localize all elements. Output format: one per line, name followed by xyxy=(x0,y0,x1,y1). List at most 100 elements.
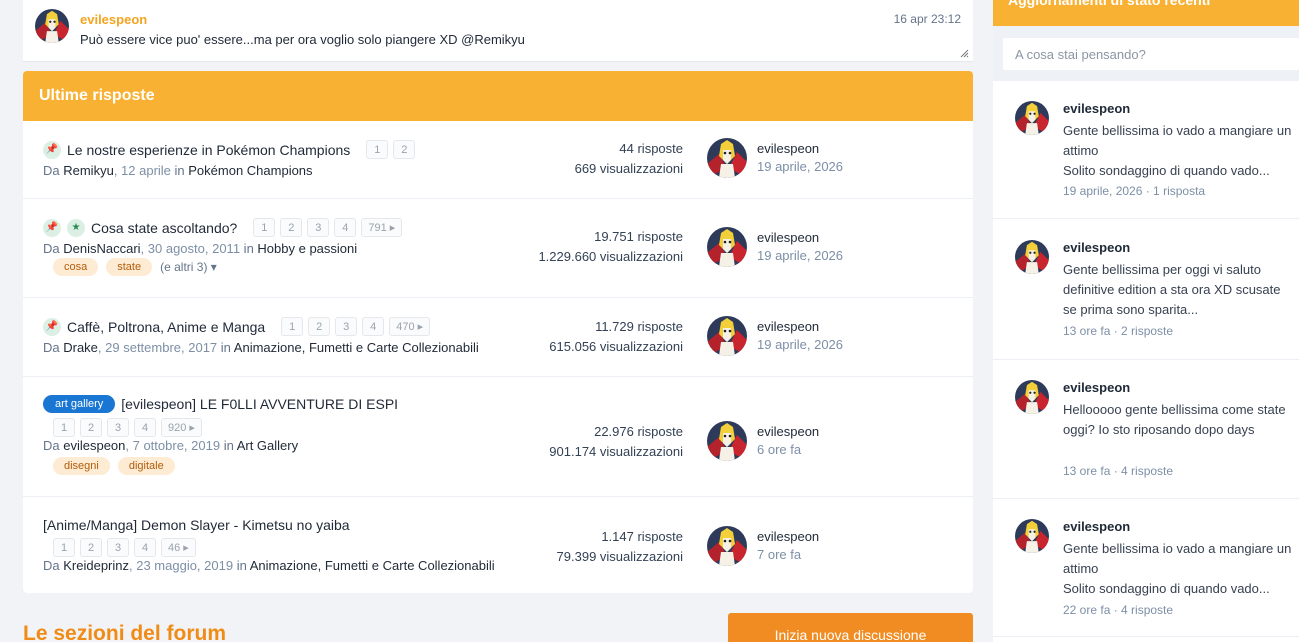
last-post-user[interactable]: evilespeon xyxy=(757,318,843,336)
topic-author[interactable]: evilespeon xyxy=(63,438,125,453)
view-count: 615.056 visualizzazioni xyxy=(549,339,683,354)
topic-pagination: 1 2 xyxy=(366,140,416,159)
status-meta[interactable]: 13 ore fa · 4 risposte xyxy=(1063,464,1173,478)
last-post-date[interactable]: 19 aprile, 2026 xyxy=(757,158,843,176)
topic-forum[interactable]: Hobby e passioni xyxy=(257,241,357,256)
topic-stats: 1.147 risposte 79.399 visualizzazioni xyxy=(557,527,683,567)
topic-stats: 11.729 risposte 615.056 visualizzazioni xyxy=(549,317,683,357)
topic-meta: Da Remikyu, 12 aprile in Pokémon Champio… xyxy=(43,163,313,178)
topic-forum[interactable]: Animazione, Fumetti e Carte Collezionabi… xyxy=(250,558,495,573)
prefix-badge[interactable]: art gallery xyxy=(43,395,116,413)
last-post-user[interactable]: evilespeon xyxy=(757,423,819,441)
status-meta[interactable]: 22 ore fa · 4 risposte xyxy=(1063,603,1173,617)
topic-author[interactable]: Drake xyxy=(63,340,98,355)
chat-message: Può essere vice puo' essere...ma per ora… xyxy=(80,32,525,47)
page-link[interactable]: 3 xyxy=(107,418,129,437)
last-post: evilespeon 19 aprile, 2026 xyxy=(707,138,843,178)
view-count: 669 visualizzazioni xyxy=(574,161,683,176)
status-composer xyxy=(993,26,1299,81)
page-link[interactable]: 1 xyxy=(53,538,75,557)
topic-title[interactable]: [Anime/Manga] Demon Slayer - Kimetsu no … xyxy=(43,517,350,533)
topic-tags: cosa state (e altri 3) ▾ xyxy=(53,258,217,276)
topic-title[interactable]: Caffè, Poltrona, Anime e Manga xyxy=(67,319,265,335)
avatar[interactable] xyxy=(707,421,747,461)
page-link[interactable]: 1 xyxy=(366,140,389,159)
avatar[interactable] xyxy=(707,138,747,178)
page-link[interactable]: 1 xyxy=(281,317,304,336)
topic-title[interactable]: Le nostre esperienze in Pokémon Champion… xyxy=(67,142,350,158)
status-user[interactable]: evilespeon xyxy=(1063,101,1130,116)
topic-forum[interactable]: Animazione, Fumetti e Carte Collezionabi… xyxy=(234,340,479,355)
status-user[interactable]: evilespeon xyxy=(1063,519,1130,534)
page-link[interactable]: 3 xyxy=(307,218,330,237)
page-link[interactable]: 1 xyxy=(53,418,75,437)
page-link[interactable]: 4 xyxy=(362,317,385,336)
page-link-last[interactable]: 470 ▸ xyxy=(389,317,431,336)
chat-last-message: evilespeon 16 apr 23:12 Può essere vice … xyxy=(23,0,973,62)
avatar[interactable] xyxy=(707,227,747,267)
last-post-user[interactable]: evilespeon xyxy=(757,528,819,546)
more-tags-toggle[interactable]: (e altri 3) ▾ xyxy=(160,260,217,274)
avatar[interactable] xyxy=(707,526,747,566)
topic-title[interactable]: Cosa state ascoltando? xyxy=(91,220,237,236)
meta-in: in xyxy=(240,241,258,256)
page-link[interactable]: 3 xyxy=(335,317,358,336)
page-link[interactable]: 3 xyxy=(107,538,129,557)
page-link-last[interactable]: 791 ▸ xyxy=(361,218,403,237)
topic-forum[interactable]: Pokémon Champions xyxy=(188,163,312,178)
status-text: Hellooooo gente bellissima come state og… xyxy=(1063,402,1286,437)
last-post-date[interactable]: 6 ore fa xyxy=(757,441,819,459)
page-link[interactable]: 4 xyxy=(134,418,156,437)
status-item: evilespeon Gente bellissima io vado a ma… xyxy=(993,101,1299,219)
pin-icon: 📌 xyxy=(43,317,61,336)
resize-grip-icon[interactable] xyxy=(959,48,969,58)
avatar[interactable] xyxy=(35,9,69,43)
view-count: 901.174 visualizzazioni xyxy=(549,444,683,459)
new-discussion-button[interactable]: Inizia nuova discussione xyxy=(728,613,973,642)
status-text-line: Solito sondaggino di quando vado... xyxy=(1063,163,1270,178)
last-post: evilespeon 7 ore fa xyxy=(707,526,819,566)
status-user[interactable]: evilespeon xyxy=(1063,380,1130,395)
last-post-user[interactable]: evilespeon xyxy=(757,140,843,158)
last-post-date[interactable]: 19 aprile, 2026 xyxy=(757,336,843,354)
page-link[interactable]: 4 xyxy=(134,538,156,557)
avatar[interactable] xyxy=(1015,519,1049,553)
last-post-date[interactable]: 19 aprile, 2026 xyxy=(757,247,843,265)
page-link[interactable]: 2 xyxy=(308,317,331,336)
tag[interactable]: cosa xyxy=(53,258,99,276)
page-link[interactable]: 2 xyxy=(80,538,102,557)
page-link[interactable]: 1 xyxy=(253,218,276,237)
topic-pagination: 1 2 3 4 920 ▸ xyxy=(53,418,202,437)
avatar[interactable] xyxy=(707,316,747,356)
topic-author[interactable]: Kreideprinz xyxy=(63,558,129,573)
chat-author[interactable]: evilespeon xyxy=(80,12,147,27)
sidebar-header: Aggiornamenti di stato recenti xyxy=(993,0,1299,26)
topic-pagination: 1 2 3 4 470 ▸ xyxy=(281,317,431,336)
status-meta[interactable]: 13 ore fa · 2 risposte xyxy=(1063,324,1173,338)
page-link-last[interactable]: 46 ▸ xyxy=(161,538,196,557)
tag[interactable]: disegni xyxy=(53,457,110,475)
avatar[interactable] xyxy=(1015,380,1049,414)
page-link[interactable]: 2 xyxy=(280,218,303,237)
tag[interactable]: digitale xyxy=(117,457,175,475)
reply-count: 22.976 risposte xyxy=(594,424,683,439)
topic-forum[interactable]: Art Gallery xyxy=(237,438,298,453)
topic-title[interactable]: [evilespeon] LE F0LLI AVVENTURE DI ESPI xyxy=(121,396,398,412)
status-input[interactable] xyxy=(1003,38,1299,70)
view-count: 1.229.660 visualizzazioni xyxy=(538,249,683,264)
status-user[interactable]: evilespeon xyxy=(1063,240,1130,255)
last-post-date[interactable]: 7 ore fa xyxy=(757,546,819,564)
topic-author[interactable]: Remikyu xyxy=(63,163,114,178)
page-link[interactable]: 2 xyxy=(80,418,102,437)
avatar[interactable] xyxy=(1015,101,1049,135)
page-link[interactable]: 2 xyxy=(393,140,416,159)
status-text: Gente bellissima io vado a mangiare un a… xyxy=(1063,121,1293,181)
page-link-last[interactable]: 920 ▸ xyxy=(161,418,202,437)
status-meta[interactable]: 19 aprile, 2026 · 1 risposta xyxy=(1063,184,1205,198)
topic-author[interactable]: DenisNaccari xyxy=(63,241,140,256)
topic-date: , 29 settembre, 2017 xyxy=(97,340,218,355)
avatar[interactable] xyxy=(1015,240,1049,274)
last-post-user[interactable]: evilespeon xyxy=(757,229,843,247)
page-link[interactable]: 4 xyxy=(334,218,357,237)
tag[interactable]: state xyxy=(106,258,153,276)
